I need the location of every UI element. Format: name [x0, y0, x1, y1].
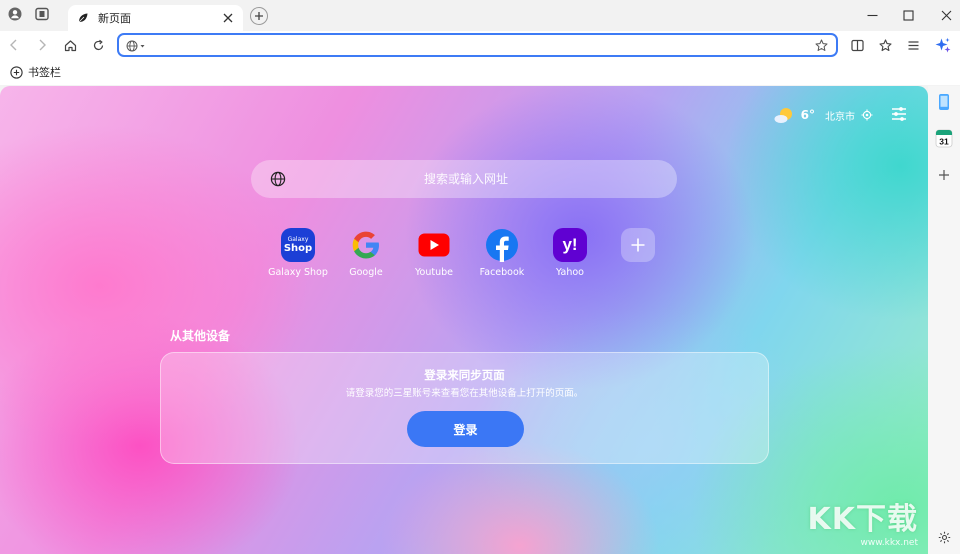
shortcut-label: Galaxy Shop [268, 267, 328, 278]
other-devices-title: 从其他设备 [170, 329, 231, 343]
side-panel: 31 [928, 86, 960, 554]
new-tab-button[interactable] [250, 7, 268, 25]
shortcut-label: Google [349, 267, 383, 278]
sliders-icon [892, 107, 906, 121]
sync-card: 登录来同步页面 请登录您的三星账号来查看您在其他设备上打开的页面。 登录 [160, 352, 769, 464]
star-outline-icon [878, 38, 892, 51]
site-info-icon[interactable] [126, 39, 146, 52]
add-shortcut-button[interactable] [604, 228, 672, 278]
globe-icon [270, 171, 286, 187]
address-input[interactable] [151, 37, 801, 53]
shortcut-galaxy-shop[interactable]: Galaxy Shop Galaxy Shop [264, 228, 332, 278]
arrow-right-icon [39, 39, 46, 51]
yahoo-icon: y! [553, 228, 587, 262]
bookmark-star-button[interactable] [814, 38, 828, 52]
toolbar [0, 31, 960, 59]
plus-icon [255, 12, 263, 20]
reload-button[interactable] [90, 37, 106, 53]
minimize-button[interactable] [863, 6, 881, 24]
sync-card-description: 请登录您的三星账号来查看您在其他设备上打开的页面。 [345, 388, 584, 399]
split-view-icon [850, 39, 864, 51]
shortcut-label: Yahoo [556, 267, 584, 278]
back-button[interactable] [6, 37, 22, 53]
plus-icon [939, 170, 949, 180]
watermark-logo: KK下载 [807, 502, 918, 537]
maximize-button[interactable] [899, 6, 917, 24]
partly-cloudy-icon [773, 106, 795, 124]
sync-card-title: 登录来同步页面 [424, 368, 505, 382]
ai-assistant-button[interactable] [935, 37, 951, 53]
title-bar: 新页面 [0, 0, 960, 31]
locate-icon[interactable] [861, 109, 873, 121]
split-view-button[interactable] [849, 37, 865, 53]
temperature: 6° [800, 108, 815, 122]
profile-icon[interactable] [7, 6, 23, 22]
shortcut-label: Youtube [415, 267, 453, 278]
leaf-icon [76, 11, 90, 25]
bookmarks-bar-label: 书签栏 [28, 66, 61, 79]
watermark: KK下载 www.kkx.net [808, 494, 919, 548]
phone-icon[interactable] [935, 93, 953, 111]
bookmarks-bar: 书签栏 [0, 59, 960, 85]
arrow-left-icon [10, 39, 17, 51]
svg-text:31: 31 [939, 137, 949, 147]
youtube-icon [417, 228, 451, 262]
home-button[interactable] [62, 37, 78, 53]
tab-title: 新页面 [98, 12, 131, 25]
tab-overview-icon[interactable] [34, 6, 50, 22]
shortcut-youtube[interactable]: Youtube [400, 228, 468, 278]
close-icon[interactable] [221, 11, 235, 25]
plus-icon [621, 228, 655, 262]
sparkle-icon [935, 37, 951, 53]
search-box[interactable] [251, 160, 677, 198]
calendar-icon[interactable]: 31 [935, 127, 953, 149]
customize-button[interactable] [890, 105, 908, 123]
add-panel-button[interactable] [935, 166, 953, 184]
new-tab-page: 6° 北京市 Galaxy Shop Galaxy Shop [0, 86, 928, 554]
minimize-icon [867, 14, 877, 16]
city-name: 北京市 [825, 111, 855, 123]
shortcut-facebook[interactable]: Facebook [468, 228, 536, 278]
reload-icon [93, 39, 103, 50]
google-icon [349, 228, 383, 262]
hamburger-icon [908, 40, 918, 50]
shortcut-google[interactable]: Google [332, 228, 400, 278]
shortcuts: Galaxy Shop Galaxy Shop Google Youtube F… [264, 228, 672, 278]
star-icon [815, 39, 827, 51]
shortcut-label: Facebook [479, 267, 525, 278]
shortcut-yahoo[interactable]: y! Yahoo [536, 228, 604, 278]
settings-gear-icon[interactable] [935, 528, 953, 546]
bookmarks-button[interactable] [877, 37, 893, 53]
search-input[interactable] [291, 169, 641, 189]
galaxy-shop-icon: Galaxy Shop [281, 228, 315, 262]
login-button[interactable]: 登录 [407, 411, 524, 447]
add-bookmark-bar-button[interactable]: 书签栏 [10, 64, 61, 80]
tab-new-page[interactable]: 新页面 [68, 5, 243, 31]
forward-button[interactable] [34, 37, 50, 53]
facebook-icon [485, 228, 519, 262]
home-icon [64, 39, 76, 51]
close-icon [941, 10, 951, 20]
menu-button[interactable] [905, 37, 921, 53]
watermark-url: www.kkx.net [860, 538, 919, 548]
maximize-icon [902, 9, 914, 21]
close-window-button[interactable] [937, 6, 955, 24]
address-bar[interactable] [117, 33, 838, 57]
weather-widget[interactable]: 6° 北京市 [773, 106, 873, 124]
plus-circle-icon [10, 65, 23, 79]
